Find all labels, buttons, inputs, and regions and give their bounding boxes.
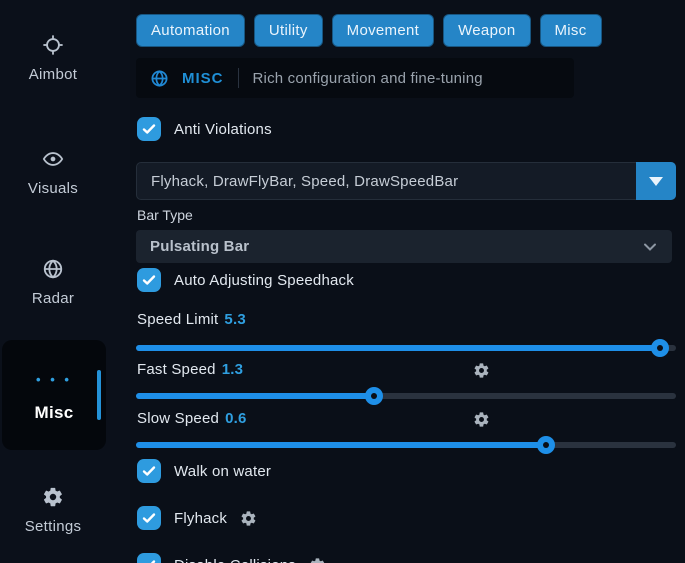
sidebar-item-misc[interactable]: • • • Misc xyxy=(2,340,106,450)
slow-speed-slider[interactable] xyxy=(136,435,676,455)
speed-limit-slider[interactable] xyxy=(136,338,676,358)
anti-violations-label: Anti Violations xyxy=(174,121,272,138)
tab-movement[interactable]: Movement xyxy=(332,14,434,47)
flyhack-gear-icon[interactable] xyxy=(240,510,257,527)
feature-multiselect[interactable]: Flyhack, DrawFlyBar, Speed, DrawSpeedBar xyxy=(136,162,676,200)
sidebar-item-aimbot[interactable]: Aimbot xyxy=(0,34,106,83)
disable-collisions-checkbox[interactable] xyxy=(137,553,161,563)
sidebar-label-radar: Radar xyxy=(0,290,106,307)
disable-collisions-label: Disable Collisions xyxy=(174,557,296,563)
header-divider xyxy=(238,68,239,88)
globe-icon xyxy=(42,258,64,280)
disable-collisions-gear-icon[interactable] xyxy=(309,557,326,563)
slow-speed-value: 0.6 xyxy=(225,410,246,427)
sidebar-label-misc: Misc xyxy=(2,403,106,423)
slider-fill xyxy=(136,442,546,448)
anti-violations-checkbox[interactable] xyxy=(137,117,161,141)
slow-speed-text: Slow Speed xyxy=(137,410,219,427)
fast-speed-value: 1.3 xyxy=(222,361,243,378)
multiselect-dropdown-button[interactable] xyxy=(636,162,676,200)
sidebar: Aimbot Visuals Radar • • • Misc xyxy=(0,0,130,563)
check-icon xyxy=(142,558,156,563)
check-icon xyxy=(142,511,156,525)
checkbox-row-flyhack[interactable]: Flyhack xyxy=(137,505,257,531)
slider-fill xyxy=(136,345,660,351)
auto-adjusting-checkbox[interactable] xyxy=(137,268,161,292)
walk-on-water-checkbox[interactable] xyxy=(137,459,161,483)
check-icon xyxy=(142,273,156,287)
chevron-down-icon xyxy=(642,239,658,255)
tab-weapon[interactable]: Weapon xyxy=(443,14,530,47)
check-icon xyxy=(142,122,156,136)
gear-icon xyxy=(42,486,64,508)
category-tabs: Automation Utility Movement Weapon Misc xyxy=(136,14,602,47)
checkbox-row-auto-adjusting[interactable]: Auto Adjusting Speedhack xyxy=(137,267,354,293)
slow-speed-gear-icon[interactable] xyxy=(473,411,490,428)
active-indicator-bar xyxy=(97,370,101,420)
fast-speed-gear-icon[interactable] xyxy=(473,362,490,379)
tab-utility[interactable]: Utility xyxy=(254,14,323,47)
walk-on-water-label: Walk on water xyxy=(174,463,271,480)
sidebar-item-visuals[interactable]: Visuals xyxy=(0,148,106,197)
section-subtitle: Rich configuration and fine-tuning xyxy=(253,70,483,87)
sidebar-label-aimbot: Aimbot xyxy=(0,66,106,83)
section-title: MISC xyxy=(182,70,224,87)
globe-icon xyxy=(150,69,169,88)
fast-speed-slider[interactable] xyxy=(136,386,676,406)
section-header: MISC Rich configuration and fine-tuning xyxy=(136,58,574,98)
main-content: Automation Utility Movement Weapon Misc … xyxy=(136,0,676,563)
slider-handle[interactable] xyxy=(365,387,383,405)
bar-type-select[interactable]: Pulsating Bar xyxy=(136,230,672,263)
bar-type-label: Bar Type xyxy=(137,207,193,223)
sidebar-item-settings[interactable]: Settings xyxy=(0,486,106,535)
slider-fill xyxy=(136,393,374,399)
checkbox-row-walk-on-water[interactable]: Walk on water xyxy=(137,458,271,484)
multiselect-value: Flyhack, DrawFlyBar, Speed, DrawSpeedBar xyxy=(137,173,637,190)
fast-speed-label: Fast Speed 1.3 xyxy=(137,361,243,378)
crosshair-icon xyxy=(42,34,64,56)
speed-limit-text: Speed Limit xyxy=(137,311,218,328)
flyhack-label: Flyhack xyxy=(174,510,227,527)
fast-speed-text: Fast Speed xyxy=(137,361,216,378)
dots-icon: • • • xyxy=(2,372,106,387)
check-icon xyxy=(142,464,156,478)
flyhack-checkbox[interactable] xyxy=(137,506,161,530)
sidebar-label-visuals: Visuals xyxy=(0,180,106,197)
speed-limit-value: 5.3 xyxy=(224,311,245,328)
slider-handle[interactable] xyxy=(651,339,669,357)
slider-handle[interactable] xyxy=(537,436,555,454)
speed-limit-label: Speed Limit 5.3 xyxy=(137,311,246,328)
triangle-down-icon xyxy=(649,177,663,186)
sidebar-label-settings: Settings xyxy=(0,518,106,535)
auto-adjusting-label: Auto Adjusting Speedhack xyxy=(174,272,354,289)
slow-speed-label: Slow Speed 0.6 xyxy=(137,410,247,427)
tab-misc[interactable]: Misc xyxy=(540,14,602,47)
checkbox-row-disable-collisions[interactable]: Disable Collisions xyxy=(137,552,326,563)
bar-type-value: Pulsating Bar xyxy=(150,238,249,255)
eye-icon xyxy=(42,148,64,170)
tab-automation[interactable]: Automation xyxy=(136,14,245,47)
checkbox-row-anti-violations[interactable]: Anti Violations xyxy=(137,116,272,142)
sidebar-item-radar[interactable]: Radar xyxy=(0,258,106,307)
